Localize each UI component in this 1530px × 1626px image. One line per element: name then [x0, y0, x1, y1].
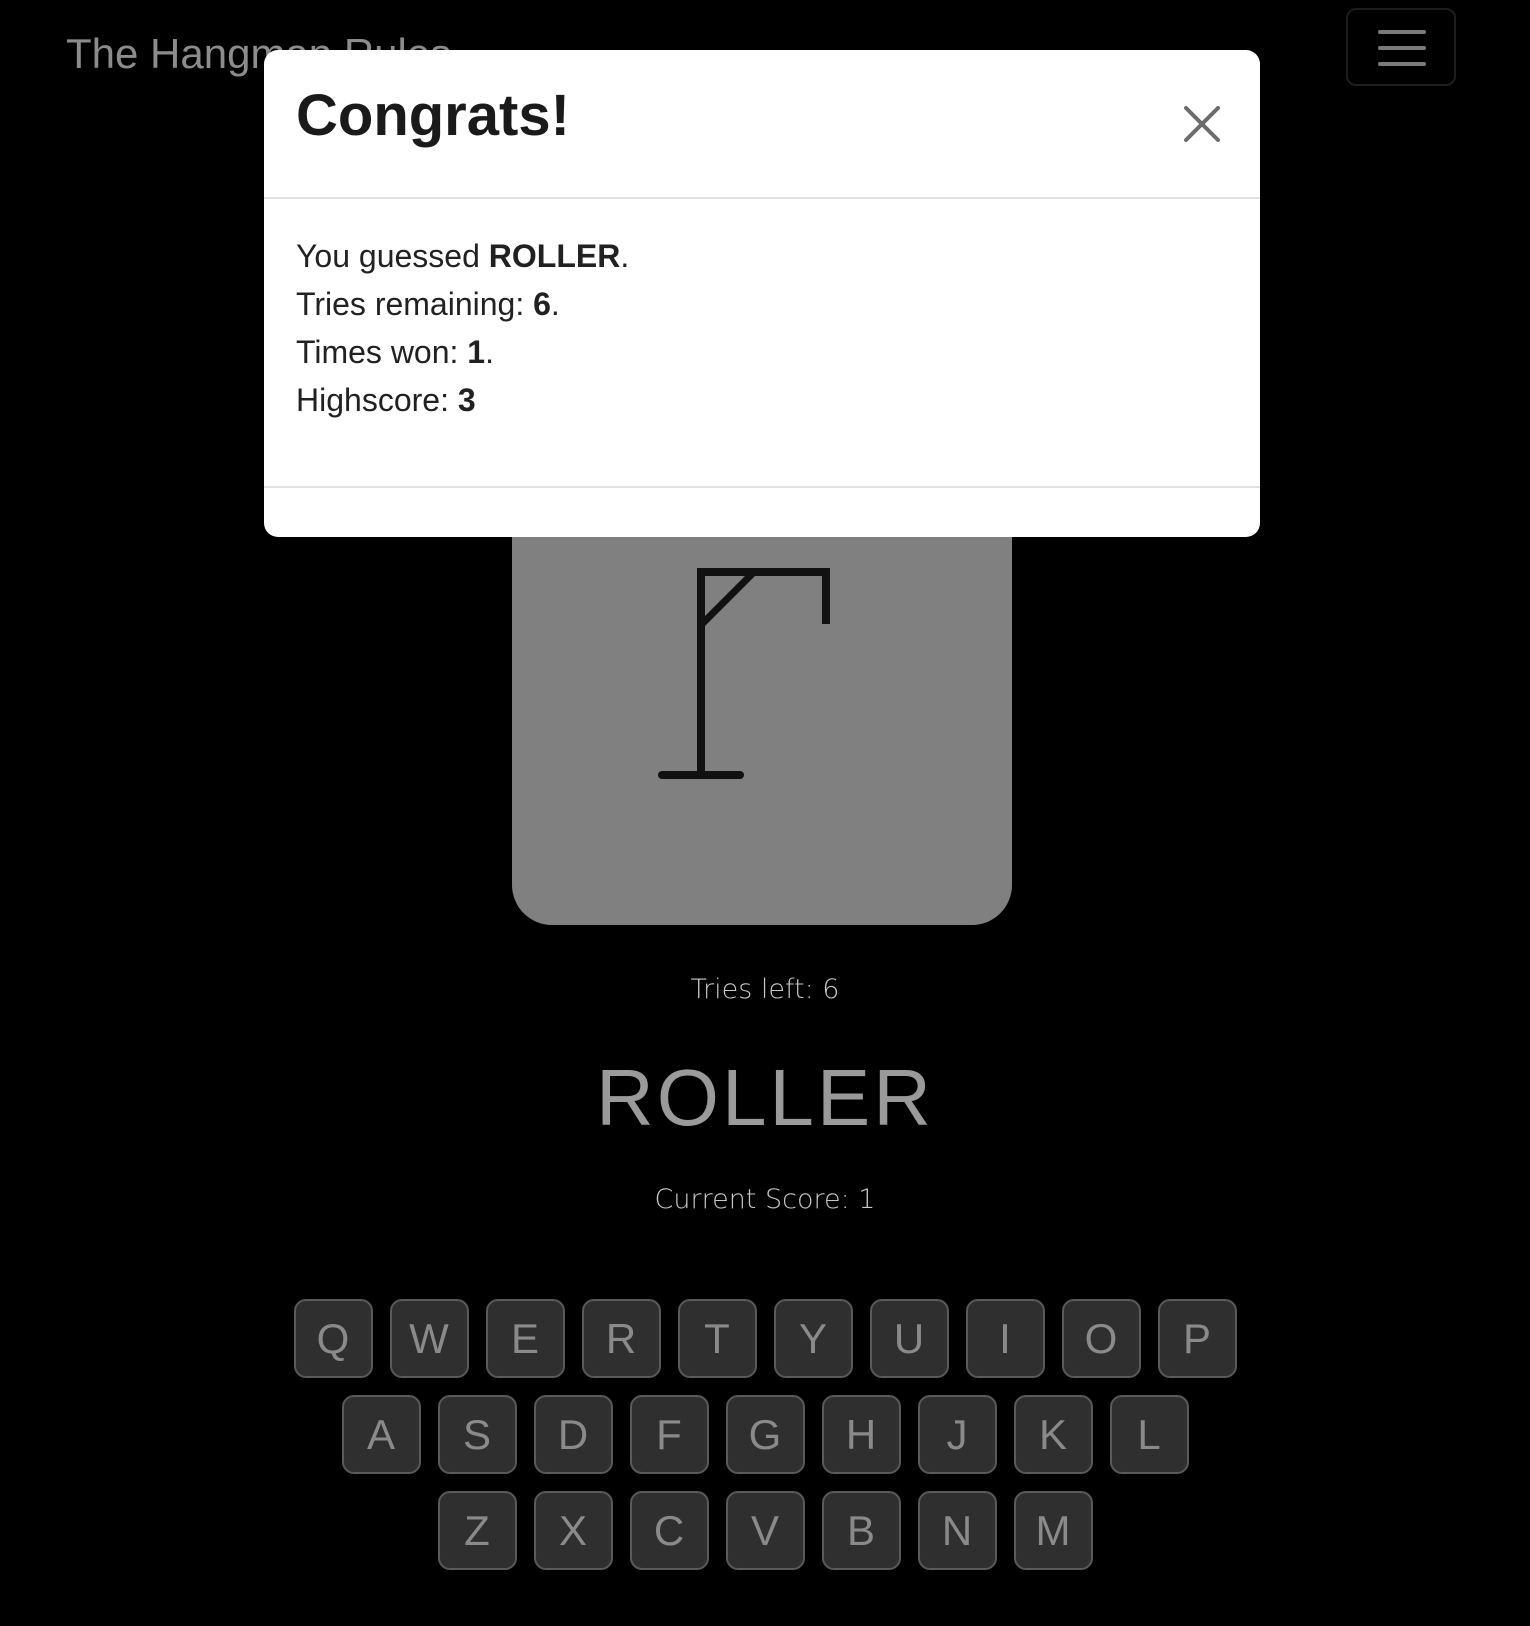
key-u[interactable]: U — [869, 1299, 949, 1378]
key-m[interactable]: M — [1013, 1491, 1093, 1570]
modal-header: Congrats! — [264, 50, 1260, 199]
modal-line-value: 6 — [533, 286, 551, 322]
key-g[interactable]: G — [725, 1395, 805, 1474]
key-j[interactable]: J — [917, 1395, 997, 1474]
modal-body: You guessed ROLLER. Tries remaining: 6. … — [296, 232, 629, 424]
modal-line-suffix: . — [485, 334, 494, 370]
key-k[interactable]: K — [1013, 1395, 1093, 1474]
key-h[interactable]: H — [821, 1395, 901, 1474]
modal-line-label: You guessed — [296, 238, 489, 274]
key-d[interactable]: D — [533, 1395, 613, 1474]
navbar-toggler-button[interactable] — [1346, 8, 1456, 86]
modal-line-value: 3 — [457, 382, 476, 418]
guessed-word: ROLLER — [595, 1053, 935, 1142]
key-z[interactable]: Z — [437, 1491, 517, 1570]
congrats-modal: Congrats! You guessed ROLLER. Tries rema… — [264, 50, 1260, 537]
key-t[interactable]: T — [677, 1299, 757, 1378]
hamburger-icon — [1378, 30, 1426, 34]
modal-line-label: Highscore: — [296, 382, 458, 418]
current-score-text: Current Score: 1 — [654, 1184, 876, 1215]
modal-line-value: 1 — [467, 334, 486, 370]
tries-left-text: Tries left: 6 — [690, 974, 840, 1005]
key-s[interactable]: S — [437, 1395, 517, 1474]
key-x[interactable]: X — [533, 1491, 613, 1570]
key-n[interactable]: N — [917, 1491, 997, 1570]
keyboard-row: ASDFGHJKL — [0, 1395, 1530, 1474]
keyboard-row: QWERTYUIOP — [0, 1299, 1530, 1378]
key-r[interactable]: R — [581, 1299, 661, 1378]
key-e[interactable]: E — [485, 1299, 565, 1378]
modal-line-label: Tries remaining: — [296, 286, 534, 322]
keyboard-row: ZXCVBNM — [0, 1491, 1530, 1570]
close-button[interactable] — [1180, 102, 1224, 146]
key-a[interactable]: A — [341, 1395, 421, 1474]
modal-title: Congrats! — [296, 83, 570, 148]
modal-line-highscore: Highscore: 3 — [296, 376, 629, 424]
key-c[interactable]: C — [629, 1491, 709, 1570]
modal-line-value: ROLLER — [488, 238, 621, 274]
modal-line-guessed: You guessed ROLLER. — [296, 232, 629, 280]
key-o[interactable]: O — [1061, 1299, 1141, 1378]
key-p[interactable]: P — [1157, 1299, 1237, 1378]
key-i[interactable]: I — [965, 1299, 1045, 1378]
modal-line-label: Times won: — [296, 334, 468, 370]
modal-line-suffix: . — [620, 238, 630, 274]
key-f[interactable]: F — [629, 1395, 709, 1474]
key-v[interactable]: V — [725, 1491, 805, 1570]
modal-line-tries-remaining: Tries remaining: 6. — [296, 280, 629, 328]
key-l[interactable]: L — [1109, 1395, 1189, 1474]
modal-line-suffix: . — [550, 286, 560, 322]
modal-line-times-won: Times won: 1. — [296, 328, 629, 376]
key-y[interactable]: Y — [773, 1299, 853, 1378]
key-q[interactable]: Q — [293, 1299, 373, 1378]
letter-keyboard: QWERTYUIOP ASDFGHJKL ZXCVBNM — [0, 1299, 1530, 1587]
key-w[interactable]: W — [389, 1299, 469, 1378]
close-icon — [1184, 106, 1220, 142]
hamburger-icon-bar — [1378, 46, 1426, 50]
modal-footer — [264, 486, 1260, 488]
hamburger-icon-bar — [1378, 62, 1426, 66]
key-b[interactable]: B — [821, 1491, 901, 1570]
gallows-brace — [698, 569, 757, 628]
